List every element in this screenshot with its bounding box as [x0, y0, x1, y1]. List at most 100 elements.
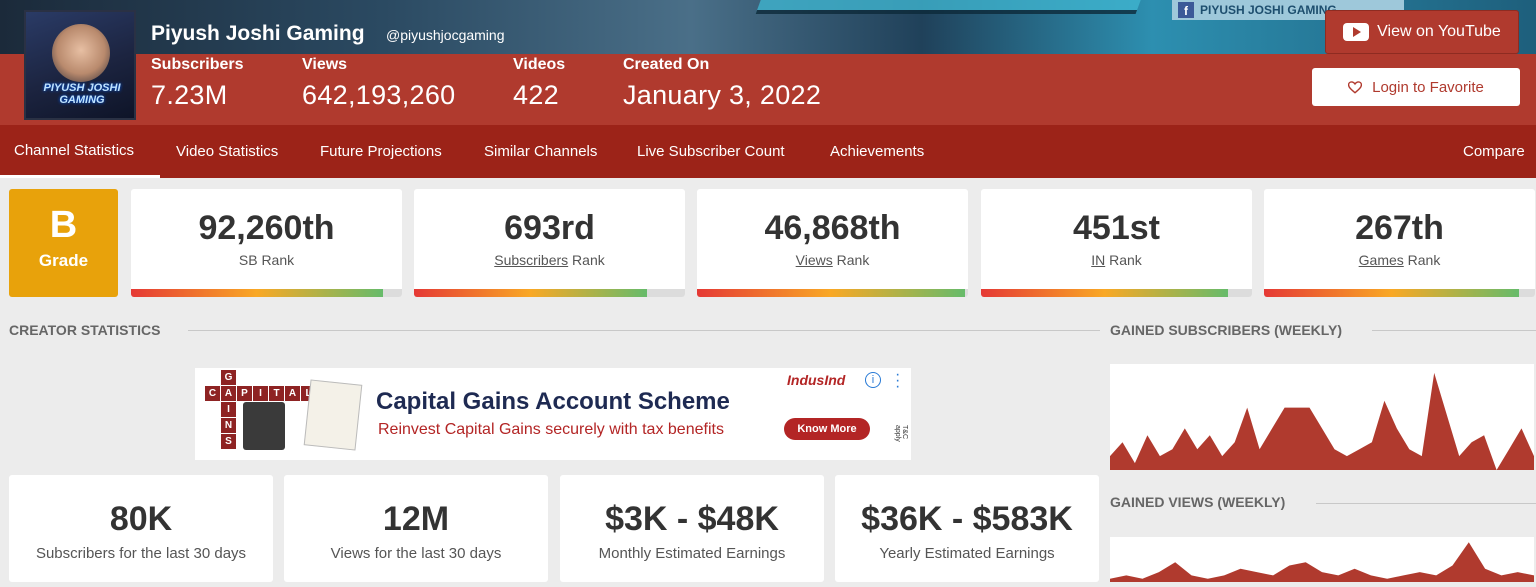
rank-link-country[interactable]: IN: [1091, 252, 1105, 268]
creator-stat-views-30d: 12M Views for the last 30 days: [284, 475, 548, 582]
youtube-icon: [1343, 23, 1370, 41]
rank-value: 267th: [1355, 209, 1444, 247]
creator-stat-monthly-earnings: $3K - $48K Monthly Estimated Earnings: [560, 475, 824, 582]
ad-tile: N: [221, 418, 236, 433]
ad-tile: I: [253, 386, 268, 401]
rank-label: Games Rank: [1264, 252, 1535, 268]
rank-bar-fill: [131, 289, 384, 297]
stat-label: Videos: [513, 56, 566, 73]
ad-subtitle: Reinvest Capital Gains securely with tax…: [378, 421, 724, 438]
ad-terms: T&C apply: [894, 425, 908, 442]
avatar-face: [52, 24, 110, 82]
gained-views-title: GAINED VIEWS (WEEKLY): [1110, 494, 1286, 510]
channel-avatar[interactable]: PIYUSH JOSHI GAMING: [24, 10, 136, 120]
grade-label: Grade: [38, 251, 89, 270]
chart-area: [1110, 372, 1534, 470]
rank-label: Views Rank: [697, 252, 968, 268]
rank-label-text: Rank: [568, 252, 605, 268]
tab-compare[interactable]: Compare: [1463, 125, 1525, 178]
rank-value: 46,868th: [764, 209, 901, 247]
stat-value: 422: [513, 80, 559, 110]
view-on-youtube-button[interactable]: View on YouTube: [1325, 10, 1519, 54]
ad-menu-icon[interactable]: · · ·: [895, 368, 900, 395]
rank-label-text: Rank: [832, 252, 870, 268]
tab-future-projections[interactable]: Future Projections: [320, 125, 442, 178]
stat-views: Views 642,193,260: [302, 56, 455, 111]
stat-videos: Videos 422: [513, 56, 565, 111]
tab-live-subscriber-count[interactable]: Live Subscriber Count: [637, 125, 785, 178]
stat-value: 642,193,260: [302, 80, 456, 110]
section-divider: [1316, 503, 1536, 504]
avatar-text: PIYUSH JOSHI GAMING: [43, 82, 121, 106]
rank-card-country: 451st IN Rank: [981, 189, 1252, 297]
login-to-favorite-label: Login to Favorite: [1372, 78, 1484, 96]
ad-tile: G: [221, 370, 236, 385]
rank-link-subscribers[interactable]: Subscribers: [494, 252, 568, 268]
creator-stat-label: Yearly Estimated Earnings: [879, 545, 1055, 562]
document-image: [303, 379, 363, 451]
stat-label: Subscribers: [151, 56, 244, 73]
channel-name: Piyush Joshi Gaming: [151, 22, 365, 45]
channel-handle: @piyushjocgaming: [386, 27, 505, 43]
rank-bar-fill: [981, 289, 1228, 297]
creator-stat-value: 12M: [382, 500, 450, 538]
section-divider: [188, 330, 1100, 331]
rank-card-category: 267th Games Rank: [1264, 189, 1535, 297]
rank-label-text: Rank: [1105, 252, 1142, 268]
rank-value: 451st: [1073, 209, 1160, 247]
creator-stat-label: Monthly Estimated Earnings: [598, 545, 786, 562]
creator-stat-value: 80K: [109, 500, 173, 538]
ad-info-icon[interactable]: i: [865, 372, 881, 388]
rank-label: SB Rank: [131, 252, 402, 268]
channel-nav: Channel Statistics Video Statistics Futu…: [0, 125, 1536, 178]
ad-tile: T: [269, 386, 284, 401]
creator-stat-value: $3K - $48K: [605, 500, 779, 538]
tab-channel-statistics[interactable]: Channel Statistics: [0, 125, 160, 178]
gained-views-chart[interactable]: [1110, 537, 1534, 582]
stat-value: January 3, 2022: [623, 80, 822, 110]
stat-created-on: Created On January 3, 2022: [623, 56, 821, 111]
tab-achievements[interactable]: Achievements: [830, 125, 924, 178]
heart-icon: [1348, 80, 1363, 94]
creator-stat-subscribers-30d: 80K Subscribers for the last 30 days: [9, 475, 273, 582]
stat-label: Created On: [623, 56, 710, 73]
gained-subscribers-chart[interactable]: [1110, 364, 1534, 470]
rank-value: 693rd: [504, 209, 595, 247]
channel-header: f PIYUSH JOSHI GAMING PIYUSH JOSHI GAMIN…: [0, 0, 1536, 125]
gained-subscribers-svg: [1110, 372, 1534, 470]
rank-label-text: SB Rank: [238, 252, 295, 268]
gained-views-svg: [1110, 542, 1534, 582]
rank-card-sb: 92,260th SB Rank: [131, 189, 402, 297]
ad-tile: P: [237, 386, 252, 401]
login-to-favorite-button[interactable]: Login to Favorite: [1312, 68, 1520, 106]
ad-tile: S: [221, 434, 236, 449]
grade-letter: B: [49, 204, 78, 246]
banner-graphic: [755, 0, 1145, 14]
tab-similar-channels[interactable]: Similar Channels: [484, 125, 597, 178]
stat-label: Views: [302, 56, 348, 73]
ad-title: Capital Gains Account Scheme: [376, 388, 730, 415]
section-divider: [1372, 330, 1536, 331]
creator-statistics-title: CREATOR STATISTICS: [9, 322, 161, 338]
creator-stat-label: Subscribers for the last 30 days: [35, 545, 247, 562]
ad-tile: A: [285, 386, 300, 401]
creator-stat-yearly-earnings: $36K - $583K Yearly Estimated Earnings: [835, 475, 1099, 582]
advertisement-banner[interactable]: C A P I T A L G I N S Capital Gains Acco…: [195, 368, 911, 460]
rank-label: Subscribers Rank: [414, 252, 685, 268]
ad-know-more-button[interactable]: Know More: [784, 418, 870, 440]
ad-tile: A: [221, 386, 236, 401]
ad-tile: I: [221, 402, 236, 417]
gained-subscribers-title: GAINED SUBSCRIBERS (WEEKLY): [1110, 322, 1343, 338]
creator-stat-value: $36K - $583K: [861, 500, 1073, 538]
rank-card-subscribers: 693rd Subscribers Rank: [414, 189, 685, 297]
rank-label-text: Rank: [1403, 252, 1441, 268]
stat-subscribers: Subscribers 7.23M: [151, 56, 243, 111]
stat-value: 7.23M: [151, 80, 228, 110]
rank-card-views: 46,868th Views Rank: [697, 189, 968, 297]
rank-link-views[interactable]: Views: [796, 252, 833, 268]
banner-tag-text: PIYUSH JOSHI GAMING: [1200, 3, 1337, 17]
creator-stat-label: Views for the last 30 days: [330, 545, 502, 562]
rank-link-category[interactable]: Games: [1359, 252, 1404, 268]
tab-video-statistics[interactable]: Video Statistics: [176, 125, 278, 178]
chart-area: [1110, 542, 1534, 582]
